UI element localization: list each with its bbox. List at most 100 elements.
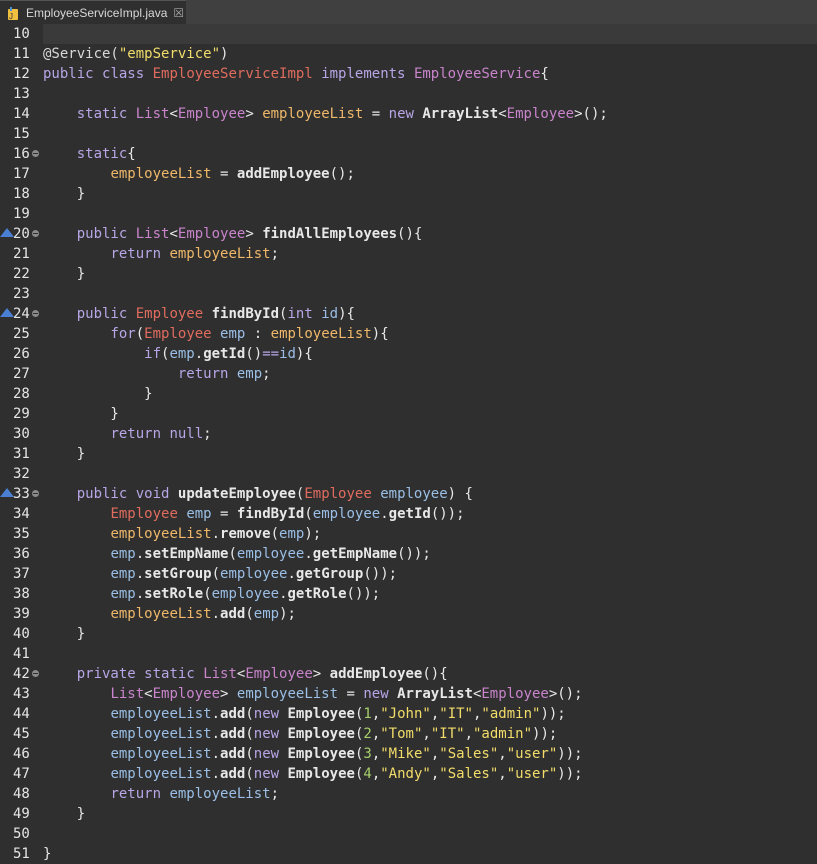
code-line[interactable]: return employeeList; (43, 784, 279, 804)
code-token: ( (211, 566, 221, 582)
code-token: Employee (144, 326, 212, 342)
code-line[interactable]: for(Employee emp : employeeList){ (43, 324, 388, 344)
code-line[interactable]: employeeList.add(new Employee(4,"Andy","… (43, 764, 582, 784)
code-token: ( (270, 526, 280, 542)
fold-toggle-icon[interactable] (32, 310, 39, 317)
line-number: 36 (0, 544, 43, 564)
code-token: , (498, 746, 507, 762)
line-number-label: 40 (13, 626, 30, 642)
code-line[interactable]: } (43, 624, 85, 644)
code-token: Employee (481, 686, 549, 702)
code-token: void (135, 486, 170, 502)
code-line[interactable]: employeeList.add(new Employee(2,"Tom","I… (43, 724, 557, 744)
code-line[interactable]: public List<Employee> findAllEmployees()… (43, 224, 423, 244)
line-number-label: 33 (13, 486, 30, 502)
code-token: implements (321, 66, 406, 82)
code-token: "empService" (118, 46, 221, 62)
code-line[interactable]: } (43, 264, 85, 284)
code-token: Employee (287, 766, 355, 782)
code-token: , (430, 746, 440, 762)
code-token: @Service( (43, 46, 119, 62)
code-line[interactable]: emp.setRole(employee.getRole()); (43, 584, 380, 604)
code-token: "Tom" (380, 726, 423, 742)
line-number: 22 (0, 264, 43, 284)
code-line[interactable]: } (43, 844, 51, 864)
code-line[interactable]: } (43, 404, 118, 424)
line-number-label: 11 (13, 46, 30, 62)
line-number-label: 10 (13, 26, 30, 42)
line-number: 26 (0, 344, 43, 364)
code-token: new (253, 746, 280, 762)
code-token: > (245, 106, 263, 122)
code-line[interactable]: } (43, 384, 152, 404)
line-number-label: 48 (13, 786, 30, 802)
code-token: ( (245, 746, 254, 762)
code-line[interactable]: Employee emp = findById(employee.getId()… (43, 504, 464, 524)
fold-toggle-icon[interactable] (32, 150, 39, 157)
code-line[interactable]: public class EmployeeServiceImpl impleme… (43, 64, 549, 84)
code-token: List (135, 226, 170, 242)
code-line[interactable]: emp.setEmpName(employee.getEmpName()); (43, 544, 430, 564)
override-marker-icon[interactable] (0, 308, 14, 317)
code-line[interactable]: static List<Employee> employeeList = new… (43, 104, 608, 124)
line-number-label: 24 (13, 306, 30, 322)
line-number-label: 15 (13, 126, 30, 142)
code-token: employeeList (110, 746, 212, 762)
code-token: "Mike" (380, 746, 431, 762)
code-line[interactable]: } (43, 444, 85, 464)
code-line[interactable]: return emp; (43, 364, 271, 384)
line-number: 13 (0, 84, 43, 104)
line-number: 42 (0, 664, 43, 684)
code-token: emp (220, 326, 246, 342)
line-number-label: 14 (13, 106, 30, 122)
line-number: 10 (0, 24, 43, 44)
code-token: List (135, 106, 170, 122)
code-line[interactable]: return employeeList; (43, 244, 279, 264)
code-line[interactable]: public void updateEmployee(Employee empl… (43, 484, 473, 504)
code-token: return (110, 426, 162, 442)
code-line[interactable]: } (43, 184, 85, 204)
code-line[interactable]: employeeList.add(new Employee(3,"Mike","… (43, 744, 582, 764)
code-line[interactable]: if(emp.getId()==id){ (43, 344, 313, 364)
line-number: 20 (0, 224, 43, 244)
fold-toggle-icon[interactable] (32, 670, 39, 677)
code-line[interactable]: employeeList.add(new Employee(1,"John","… (43, 704, 565, 724)
fold-toggle-icon[interactable] (32, 230, 39, 237)
override-marker-icon[interactable] (0, 228, 14, 237)
code-token: ( (245, 726, 254, 742)
code-line[interactable]: employeeList.add(emp); (43, 604, 295, 624)
line-number: 33 (0, 484, 43, 504)
line-number-label: 32 (13, 466, 30, 482)
code-line[interactable]: } (43, 804, 85, 824)
code-line[interactable]: public Employee findById(int id){ (43, 304, 355, 324)
code-token: Employee (287, 726, 355, 742)
fold-toggle-icon[interactable] (32, 490, 39, 497)
code-line[interactable]: return null; (43, 424, 211, 444)
code-token: return (177, 366, 229, 382)
code-token: setRole (144, 586, 204, 602)
code-token: emp (253, 606, 280, 622)
code-line[interactable]: List<Employee> employeeList = new ArrayL… (43, 684, 582, 704)
code-token: (){ (422, 666, 448, 682)
code-token: new (388, 106, 414, 122)
code-token: . (135, 546, 145, 562)
editor-tab[interactable]: J EmployeeServiceImpl.java ☒ (0, 0, 186, 24)
code-line[interactable]: private static List<Employee> addEmploye… (43, 664, 448, 684)
code-editor[interactable]: 10 11 12 13 14 15 16 17 18 19 20 21 22 23 24 25 26 27 28 29… (0, 24, 817, 862)
code-line[interactable]: employeeList = addEmployee(); (43, 164, 354, 184)
line-number-label: 13 (13, 86, 30, 102)
code-line[interactable]: @Service("empService") (43, 44, 228, 64)
code-line[interactable]: emp.setGroup(employee.getGroup()); (43, 564, 397, 584)
code-line[interactable]: employeeList.remove(emp); (43, 524, 321, 544)
close-tab-icon[interactable]: ☒ (173, 6, 184, 20)
code-line[interactable]: static{ (43, 144, 136, 164)
code-token: ( (245, 706, 254, 722)
code-token: = (211, 166, 237, 182)
override-marker-icon[interactable] (0, 488, 14, 497)
code-token: add (220, 766, 246, 782)
line-number: 17 (0, 164, 43, 184)
